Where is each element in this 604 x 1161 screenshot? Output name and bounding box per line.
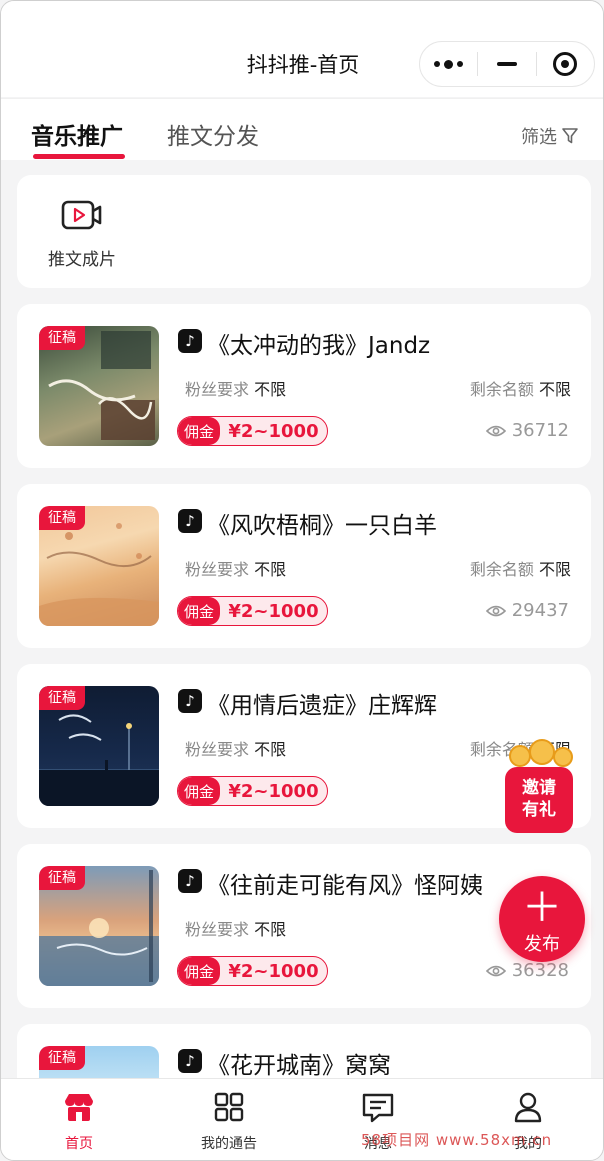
eye-icon — [485, 965, 506, 976]
fan-requirement: 粉丝要求 不限 — [185, 740, 287, 759]
tabbar-label: 我的通告 — [201, 1136, 257, 1152]
close-target-icon — [553, 52, 578, 76]
album-cover: 征稿 — [39, 506, 159, 626]
tiktok-icon: ♪ — [178, 689, 202, 713]
status-badge: 征稿 — [39, 1046, 85, 1070]
tabbar-label: 首页 — [65, 1136, 93, 1152]
quick-entry-video[interactable]: 推文成片 — [39, 197, 125, 270]
quick-entry-panel: 推文成片 — [17, 175, 591, 288]
status-badge: 征稿 — [39, 686, 85, 710]
filter-icon — [562, 128, 578, 144]
album-cover: 征稿 — [39, 866, 159, 986]
filter-button[interactable]: 筛选 — [521, 123, 579, 149]
filter-label: 筛选 — [521, 127, 557, 148]
commission-badge: 佣金 ¥2~1000 — [177, 776, 328, 806]
status-badge: 征稿 — [39, 326, 85, 350]
tab-music-promotion[interactable]: 音乐推广 — [31, 117, 125, 159]
quick-entry-label: 推文成片 — [48, 250, 116, 270]
category-tabs: 音乐推广 推文分发 筛选 — [1, 98, 603, 160]
music-card[interactable]: 征稿 ♪ 《风吹梧桐》一只白羊 粉丝要求 不限 剩余名额 不限 佣金 ¥2~10… — [17, 484, 591, 648]
song-title: 《太冲动的我》Jandz — [207, 333, 431, 359]
status-badge: 征稿 — [39, 506, 85, 530]
more-dots-icon — [434, 59, 464, 69]
tab-article-distribution[interactable]: 推文分发 — [167, 117, 259, 151]
music-card[interactable]: 征稿 ♪ 《太冲动的我》Jandz 粉丝要求 不限 剩余名额 不限 佣金 ¥2~… — [17, 304, 591, 468]
album-cover: 征稿 — [39, 686, 159, 806]
remaining-quota: 剩余名额 不限 — [469, 560, 571, 579]
commission-badge: 佣金 ¥2~1000 — [177, 956, 328, 986]
commission-label: 佣金 — [178, 957, 220, 985]
tabbar-item-home[interactable]: 首页 — [29, 1091, 129, 1153]
invite-reward-button[interactable]: 邀请 有礼 — [495, 739, 587, 835]
minimize-icon — [496, 62, 517, 66]
status-badge: 征稿 — [39, 866, 85, 890]
eye-icon — [485, 425, 506, 436]
commission-label: 佣金 — [178, 777, 220, 805]
commission-amount: ¥2~1000 — [228, 420, 319, 442]
tiktok-icon: ♪ — [178, 509, 202, 533]
album-cover: 征稿 — [39, 326, 159, 446]
navigation-bar: 抖抖推-首页 — [1, 1, 603, 97]
remaining-quota: 剩余名额 不限 — [469, 380, 571, 399]
store-icon — [65, 1094, 93, 1121]
tab-active-indicator — [33, 154, 125, 159]
watermark: 58项目网 www.58xm.cn — [361, 1131, 553, 1149]
message-icon — [362, 1093, 394, 1123]
song-title: 《花开城南》窝窝 — [207, 1053, 391, 1079]
commission-badge: 佣金 ¥2~1000 — [177, 596, 328, 626]
app-frame: 抖抖推-首页 音乐推广 推文分发 筛选 推文成片 征稿 ♪ 《太冲动的我》Jan… — [0, 0, 604, 1161]
view-count: 36328 — [485, 960, 569, 981]
publish-label: 发布 — [524, 934, 560, 955]
grid-icon — [214, 1092, 244, 1122]
user-icon — [514, 1092, 542, 1123]
minimize-button[interactable] — [478, 42, 535, 86]
fan-requirement: 粉丝要求 不限 — [185, 560, 287, 579]
commission-amount: ¥2~1000 — [228, 960, 319, 982]
fan-requirement: 粉丝要求 不限 — [185, 380, 287, 399]
fan-requirement: 粉丝要求 不限 — [185, 920, 287, 939]
publish-button[interactable]: ＋ 发布 — [499, 876, 585, 962]
close-button[interactable] — [537, 42, 594, 86]
more-button[interactable] — [420, 42, 477, 86]
commission-amount: ¥2~1000 — [228, 780, 319, 802]
song-title: 《风吹梧桐》一只白羊 — [207, 513, 437, 539]
eye-icon — [485, 605, 506, 616]
invite-reward-label: 邀请 有礼 — [505, 767, 573, 833]
tabbar-item-my-notices[interactable]: 我的通告 — [179, 1091, 279, 1153]
commission-amount: ¥2~1000 — [228, 600, 319, 622]
commission-badge: 佣金 ¥2~1000 — [177, 416, 328, 446]
tiktok-icon: ♪ — [178, 329, 202, 353]
tiktok-icon: ♪ — [178, 869, 202, 893]
mini-program-capsule — [419, 41, 595, 87]
tab-label: 音乐推广 — [31, 124, 123, 150]
plus-icon: ＋ — [522, 885, 562, 931]
tab-label: 推文分发 — [167, 124, 259, 150]
video-icon — [61, 200, 102, 230]
commission-label: 佣金 — [178, 417, 220, 445]
song-title: 《往前走可能有风》怪阿姨 — [207, 873, 483, 899]
commission-label: 佣金 — [178, 597, 220, 625]
tiktok-icon: ♪ — [178, 1049, 202, 1073]
view-count: 36712 — [485, 420, 569, 441]
song-title: 《用情后遗症》庄辉辉 — [207, 693, 437, 719]
view-count: 29437 — [485, 600, 569, 621]
